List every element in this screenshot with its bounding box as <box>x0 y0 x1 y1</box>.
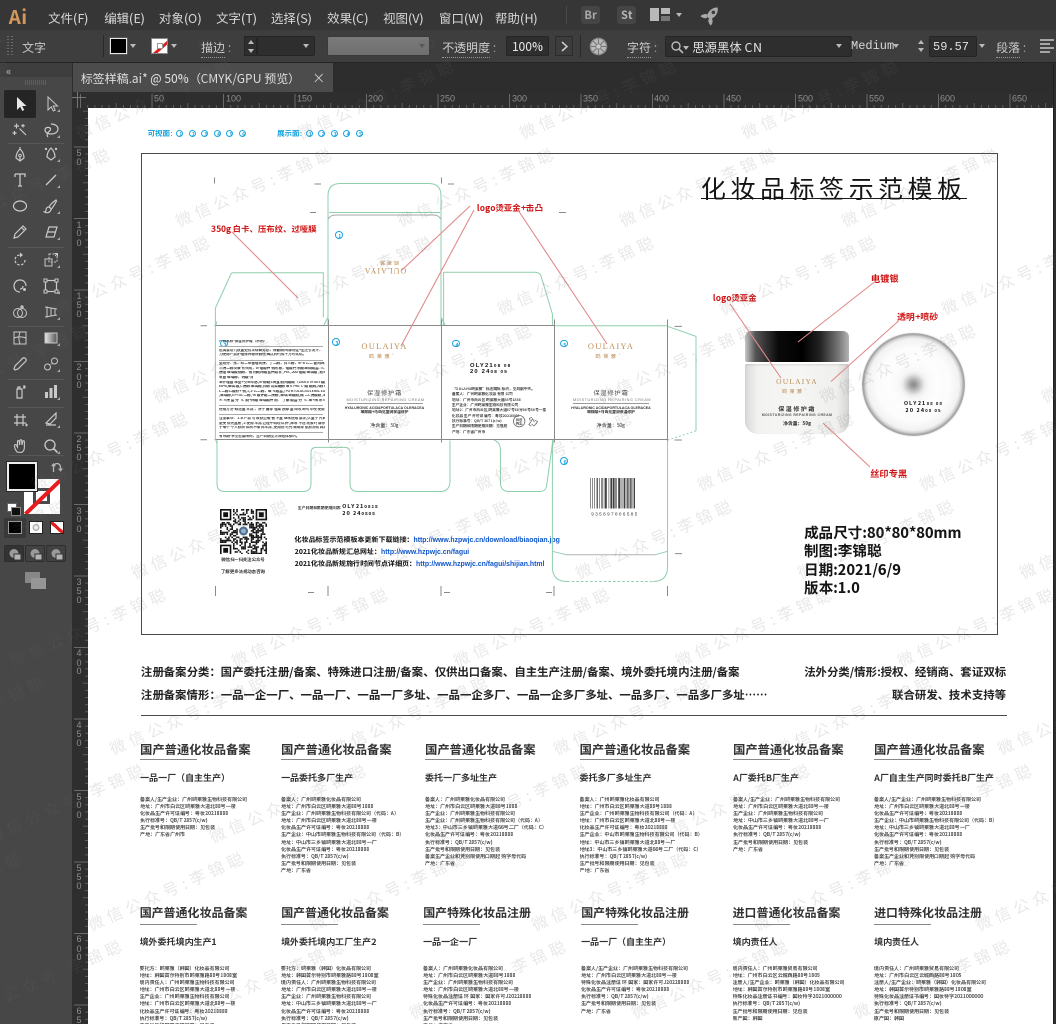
svg-text:0: 0 <box>77 380 82 390</box>
svg-text:650: 650 <box>1012 94 1027 104</box>
svg-text:450: 450 <box>726 94 741 104</box>
svg-text:0: 0 <box>77 452 82 462</box>
svg-text:0: 0 <box>77 738 82 748</box>
svg-text:600: 600 <box>940 94 955 104</box>
svg-text:5: 5 <box>77 1015 82 1024</box>
svg-text:400: 400 <box>654 94 669 104</box>
svg-text:4: 4 <box>77 648 82 658</box>
svg-text:0: 0 <box>77 238 82 248</box>
svg-text:0: 0 <box>77 524 82 534</box>
svg-text:550: 550 <box>869 94 884 104</box>
svg-text:0: 0 <box>77 157 82 167</box>
svg-text:0: 0 <box>77 952 82 962</box>
svg-text:50: 50 <box>154 94 164 104</box>
svg-text:6: 6 <box>77 934 82 944</box>
svg-text:0: 0 <box>77 514 82 524</box>
svg-text:350: 350 <box>583 94 598 104</box>
svg-text:200: 200 <box>368 94 383 104</box>
svg-text:150: 150 <box>297 94 312 104</box>
svg-text:0: 0 <box>77 595 82 605</box>
svg-text:300: 300 <box>512 94 527 104</box>
svg-text:500: 500 <box>798 94 813 104</box>
svg-text:0: 0 <box>77 810 82 820</box>
svg-text:0: 0 <box>77 228 82 238</box>
svg-text:100: 100 <box>226 94 241 104</box>
svg-text:0: 0 <box>77 666 82 676</box>
svg-text:0: 0 <box>77 309 82 319</box>
svg-text:0: 0 <box>77 800 82 810</box>
svg-text:0: 0 <box>77 881 82 891</box>
svg-text:2: 2 <box>77 362 82 372</box>
svg-text:250: 250 <box>440 94 455 104</box>
